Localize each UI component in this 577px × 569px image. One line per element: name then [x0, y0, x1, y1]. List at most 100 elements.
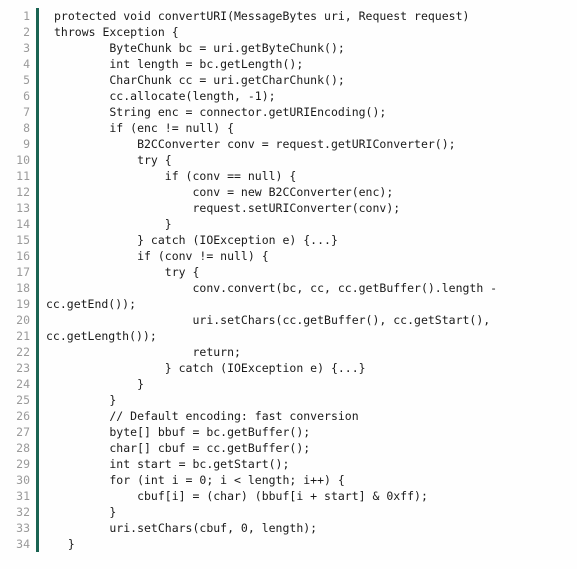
code-line-row: 13 request.setURIConverter(conv);	[0, 200, 577, 216]
code-line-text: CharChunk cc = uri.getCharChunk();	[54, 73, 345, 87]
code-line-text: } catch (IOException e) {...}	[54, 361, 366, 375]
line-number: 23	[16, 361, 30, 375]
code-line-row: 24 }	[0, 376, 577, 392]
code-line-row: 7 String enc = connector.getURIEncoding(…	[0, 104, 577, 120]
code-line-text: uri.setChars(cbuf, 0, length);	[54, 521, 318, 535]
code-line-row: 33 uri.setChars(cbuf, 0, length);	[0, 520, 577, 536]
code-line-text: } catch (IOException e) {...}	[54, 233, 338, 247]
code-line-text: int length = bc.getLength();	[54, 57, 304, 71]
code-line-row: 22 return;	[0, 344, 577, 360]
code-line-text: try {	[54, 153, 172, 167]
line-number: 26	[16, 409, 30, 423]
code-line-text: request.setURIConverter(conv);	[54, 201, 401, 215]
line-number: 31	[16, 489, 30, 503]
code-line-text: }	[54, 537, 75, 551]
code-line-text: if (conv == null) {	[54, 169, 297, 183]
code-line-row: 14 }	[0, 216, 577, 232]
code-line-text: String enc = connector.getURIEncoding();	[54, 105, 387, 119]
code-line-text: if (conv != null) {	[54, 249, 269, 263]
code-line-text: conv = new B2CConverter(enc);	[54, 185, 394, 199]
code-line-row: 1 protected void convertURI(MessageBytes …	[0, 8, 577, 24]
line-number: 2	[23, 25, 30, 39]
line-number: 27	[16, 425, 30, 439]
gutter-rail-segment	[35, 520, 39, 536]
line-number: 10	[16, 153, 30, 167]
code-line-text: }	[54, 217, 172, 231]
code-line-row: 34 }	[0, 536, 577, 552]
code-line-text: ByteChunk bc = uri.getByteChunk();	[54, 41, 345, 55]
code-line-row: 30 for (int i = 0; i < length; i++) {	[0, 472, 577, 488]
line-number: 33	[16, 521, 30, 535]
line-number: 18	[16, 281, 30, 295]
gutter-rail-segment	[35, 392, 39, 408]
code-line-row: 10 try {	[0, 152, 577, 168]
gutter-rail-segment	[35, 264, 39, 280]
line-number: 21	[16, 329, 30, 343]
gutter-rail-segment	[35, 328, 39, 344]
code-line-row: 15 } catch (IOException e) {...}	[0, 232, 577, 248]
gutter-rail-segment	[35, 312, 39, 328]
gutter-rail-segment	[35, 456, 39, 472]
code-line-row: 17 try {	[0, 264, 577, 280]
line-number: 6	[23, 89, 30, 103]
gutter-rail-segment	[35, 168, 39, 184]
gutter-rail-segment	[35, 488, 39, 504]
code-listing: 1 protected void convertURI(MessageBytes …	[0, 0, 577, 569]
code-line-text: for (int i = 0; i < length; i++) {	[54, 473, 345, 487]
code-line-text: uri.setChars(cc.getBuffer(), cc.getStart…	[54, 313, 491, 327]
line-number: 16	[16, 249, 30, 263]
code-line-text: char[] cbuf = cc.getBuffer();	[54, 441, 311, 455]
code-line-text: if (enc != null) {	[54, 121, 235, 135]
code-line-text: // Default encoding: fast conversion	[54, 409, 359, 423]
code-line-text: }	[54, 377, 145, 391]
code-line-text: }	[54, 505, 117, 519]
code-line-row: 9 B2CConverter conv = request.getURIConv…	[0, 136, 577, 152]
line-number: 28	[16, 441, 30, 455]
gutter-rail-segment	[35, 360, 39, 376]
gutter-rail-segment	[35, 184, 39, 200]
code-line-text: int start = bc.getStart();	[54, 457, 290, 471]
gutter-rail-segment	[35, 88, 39, 104]
gutter-rail-segment	[35, 104, 39, 120]
line-number: 22	[16, 345, 30, 359]
code-lines-body: 1 protected void convertURI(MessageBytes …	[0, 8, 577, 552]
code-line-text: byte[] bbuf = bc.getBuffer();	[54, 425, 311, 439]
code-line-row: 27 byte[] bbuf = bc.getBuffer();	[0, 424, 577, 440]
gutter-rail-segment	[35, 200, 39, 216]
code-line-row: 2 throws Exception {	[0, 24, 577, 40]
code-line-text: cbuf[i] = (char) (bbuf[i + start] & 0xff…	[54, 489, 428, 503]
code-line-row: 3 ByteChunk bc = uri.getByteChunk();	[0, 40, 577, 56]
gutter-rail-segment	[35, 472, 39, 488]
line-number: 8	[23, 121, 30, 135]
code-line-text: conv.convert(bc, cc, cc.getBuffer().leng…	[54, 281, 498, 295]
gutter-rail-segment	[35, 72, 39, 88]
line-number: 25	[16, 393, 30, 407]
line-number: 11	[16, 169, 30, 183]
code-line-text: throws Exception {	[54, 25, 179, 39]
code-line-row: 18 conv.convert(bc, cc, cc.getBuffer().l…	[0, 280, 577, 296]
code-line-text: protected void convertURI(MessageBytes u…	[54, 9, 470, 23]
line-number: 9	[23, 137, 30, 151]
code-line-row: 29 int start = bc.getStart();	[0, 456, 577, 472]
code-line-row: 20 uri.setChars(cc.getBuffer(), cc.getSt…	[0, 312, 577, 328]
gutter-rail-segment	[35, 440, 39, 456]
line-number: 30	[16, 473, 30, 487]
line-number: 3	[23, 41, 30, 55]
line-number: 14	[16, 217, 30, 231]
gutter-rail-segment	[35, 536, 39, 552]
gutter-rail-segment	[35, 344, 39, 360]
code-line-text: return;	[54, 345, 241, 359]
code-line-row: 12 conv = new B2CConverter(enc);	[0, 184, 577, 200]
gutter-rail-segment	[35, 24, 39, 40]
code-line-text: B2CConverter conv = request.getURIConver…	[54, 137, 456, 151]
line-number: 12	[16, 185, 30, 199]
gutter-rail-segment	[35, 56, 39, 72]
line-number: 5	[23, 73, 30, 87]
line-number: 15	[16, 233, 30, 247]
code-line-text: cc.allocate(length, -1);	[54, 89, 276, 103]
code-line-row: 21 cc.getLength());	[0, 328, 577, 344]
code-line-row: 23 } catch (IOException e) {...}	[0, 360, 577, 376]
line-number: 13	[16, 201, 30, 215]
code-line-wrapped: cc.getEnd());	[46, 297, 137, 311]
line-number: 20	[16, 313, 30, 327]
